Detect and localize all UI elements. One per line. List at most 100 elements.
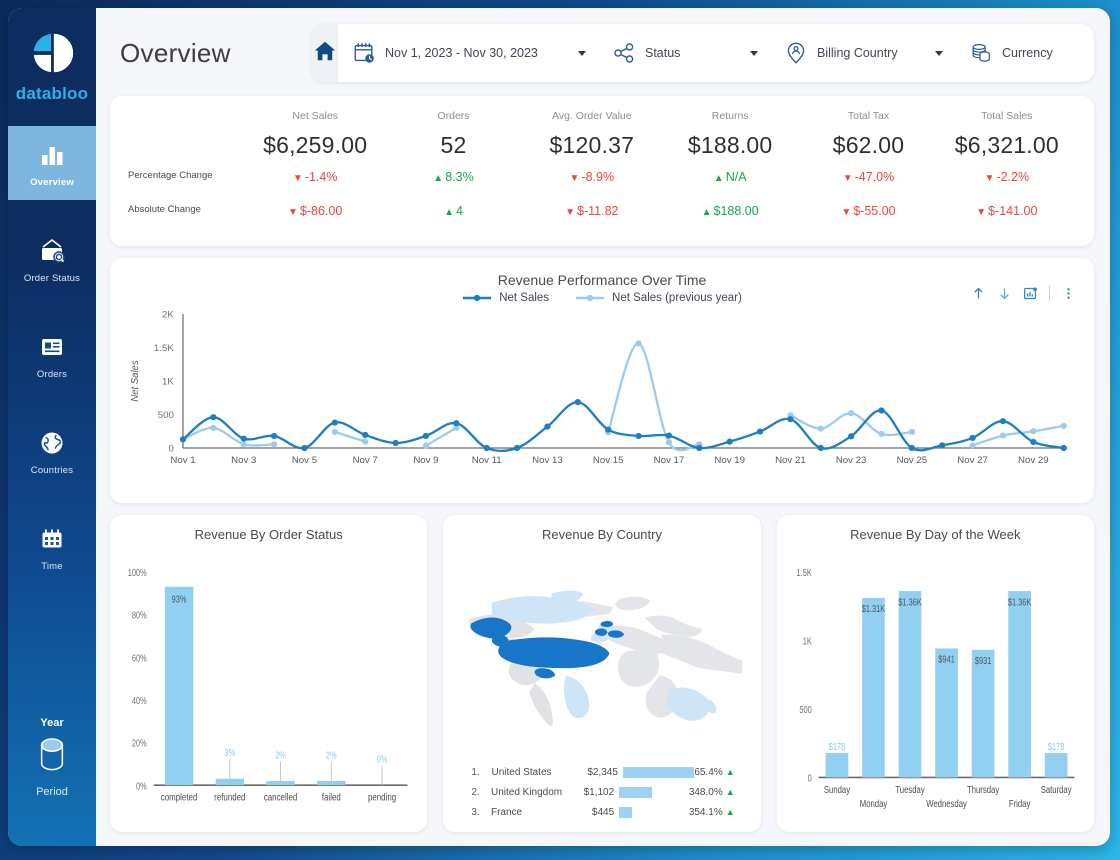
data-point[interactable] [696,444,703,452]
data-point[interactable] [362,431,369,439]
data-point[interactable] [331,428,338,436]
data-point[interactable] [240,441,247,448]
data-point[interactable] [939,442,946,449]
data-point[interactable] [362,438,369,445]
data-point[interactable] [908,428,916,436]
bar-value-label: 93% [172,593,187,604]
data-point[interactable] [817,444,824,452]
country-row[interactable]: 3. France $445 354.1% ▲ [471,807,735,818]
chevron-down-icon[interactable] [750,50,758,56]
bar[interactable] [861,597,885,778]
chevron-down-icon[interactable] [935,50,943,56]
bar[interactable] [898,591,922,778]
legend-item[interactable]: Net Sales [462,292,549,304]
page-title: Overview [120,37,231,68]
data-point[interactable] [483,444,490,452]
arrow-down-icon[interactable] [997,286,1012,301]
data-point[interactable] [1060,422,1067,429]
data-point[interactable] [331,419,338,426]
data-point[interactable] [574,399,581,406]
bar[interactable] [215,778,245,786]
sidebar-item-countries[interactable]: Countries [8,414,96,488]
country-bar-wrapper [619,807,689,818]
data-point[interactable] [726,438,733,445]
home-icon [312,38,338,69]
sidebar-item-order-status[interactable]: Order Status [8,222,96,296]
y-axis-tick-label: 500 [799,704,812,715]
data-point[interactable] [635,340,642,347]
chevron-down-icon[interactable] [578,50,586,56]
y-axis-tick-label: 500 [158,410,174,421]
sidebar-item-overview[interactable]: Overview [8,126,96,200]
data-point[interactable] [847,433,855,440]
data-point[interactable] [513,444,521,452]
legend-item[interactable]: Net Sales (previous year) [575,292,742,304]
cylinder-icon[interactable] [36,736,68,779]
arrow-down-icon: ▼ [292,173,303,184]
coins-stack-icon [969,41,993,65]
data-point[interactable] [665,439,673,446]
bar[interactable] [934,648,958,778]
arrow-up-icon: ▲ [725,807,735,817]
data-point[interactable] [817,425,824,432]
bar[interactable] [266,780,295,786]
data-point[interactable] [756,428,764,435]
data-point[interactable] [1030,428,1037,435]
kpi-metric-name: Avg. Order Value [552,110,632,122]
data-point[interactable] [544,423,551,430]
home-button[interactable] [312,24,338,82]
data-point[interactable] [908,444,916,452]
filter-status[interactable]: Status [598,24,770,82]
databloo-logo-icon [29,30,75,76]
data-point[interactable] [453,420,460,427]
bar[interactable] [1007,591,1031,778]
arrow-up-icon[interactable] [971,286,986,301]
data-point[interactable] [392,439,399,447]
data-point[interactable] [270,432,278,440]
bar-value-label: 2% [326,749,337,760]
sidebar-item-orders[interactable]: Orders [8,318,96,392]
data-point[interactable] [1060,444,1067,452]
sidebar-item-time[interactable]: Time [8,510,96,584]
kpi-metric-value: $188.00 [687,132,773,158]
data-point[interactable] [605,426,612,433]
data-point[interactable] [635,432,642,440]
kpi-percentage-change: ▲ 8.3% [433,170,474,184]
data-point[interactable] [969,442,976,449]
data-point[interactable] [422,442,430,449]
x-axis-category-label: failed [322,792,341,803]
x-axis-category-label: Saturday [1040,784,1071,795]
bar[interactable] [1044,753,1068,778]
data-point[interactable] [210,424,217,431]
data-point[interactable] [878,407,885,414]
data-point[interactable] [179,436,187,443]
data-point[interactable] [210,414,217,421]
filter-billing-country[interactable]: Billing Country [770,24,955,82]
x-axis-category-label: cancelled [264,792,297,803]
data-point[interactable] [847,410,855,417]
more-vertical-icon[interactable] [1061,286,1076,301]
bar-value-label: $1.36K [1008,596,1032,607]
chart-insight-icon[interactable] [1023,286,1038,301]
data-point[interactable] [999,418,1007,425]
data-point[interactable] [270,441,278,448]
filter-currency[interactable]: Currency [955,24,1094,82]
sidebar-period-selector[interactable]: Year Period [8,717,96,798]
bar[interactable] [317,780,346,786]
country-row[interactable]: 1. United States $2,345 65.4% ▲ [471,767,735,778]
data-point[interactable] [787,416,794,423]
data-point[interactable] [422,432,430,440]
x-axis-tick-label: Nov 29 [1018,455,1049,466]
filter-date-range[interactable]: Nov 1, 2023 - Nov 30, 2023 [338,24,598,82]
data-point[interactable] [999,432,1007,439]
data-point[interactable] [1030,438,1037,446]
country-row[interactable]: 2. United Kingdom $1,102 348.0% ▲ [471,787,735,798]
data-point[interactable] [878,430,885,438]
bar[interactable] [825,753,848,778]
data-point[interactable] [665,432,673,439]
data-point[interactable] [301,444,308,452]
data-point[interactable] [969,434,976,442]
bar[interactable] [164,586,194,786]
bar[interactable] [971,649,995,778]
data-point[interactable] [240,435,247,442]
